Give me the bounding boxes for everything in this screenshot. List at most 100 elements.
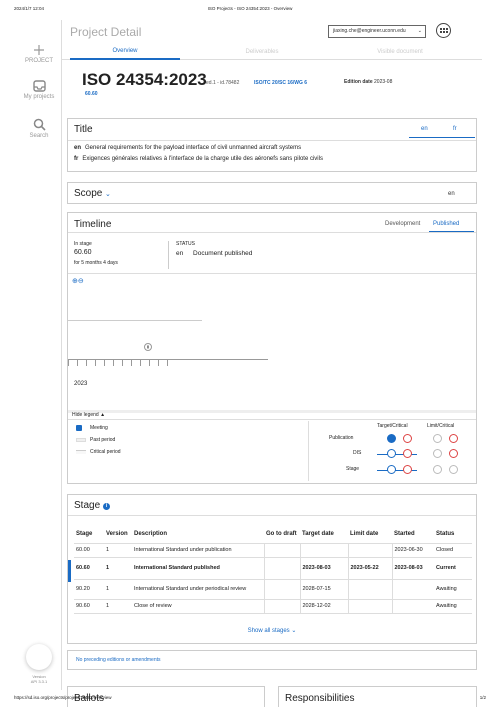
sidebar-item-label: PROJECT	[24, 58, 53, 64]
version-value: API 3.3.1	[30, 679, 48, 684]
floating-action-button[interactable]	[26, 644, 52, 670]
standard-title: ISO 24354:2023	[82, 70, 207, 89]
title-line-fr: fr Exigences générales relatives à l'inte…	[74, 156, 323, 162]
print-url: https://sd.iso.org/projects/project/7848…	[14, 695, 112, 700]
hide-legend-button[interactable]: Hide legend ▲	[72, 412, 105, 418]
standard-header: ISO 24354:2023 ed.1 - id.78482 ISO/TC 20…	[82, 70, 472, 110]
title-panel-heading: Title	[74, 124, 93, 135]
timeline-chart[interactable]: ⊕⊖ ▮ 2023	[68, 273, 476, 411]
timeline-heading: Timeline	[74, 219, 112, 230]
legend-dot	[433, 449, 442, 458]
edition-date: Edition date 2023-08	[344, 79, 392, 85]
table-header-row: Stage Version Description Go to draft Ta…	[74, 525, 472, 544]
legend-dot	[387, 434, 396, 443]
lang-tab-indicator	[409, 137, 475, 138]
tab-lang-en[interactable]: en	[421, 126, 428, 132]
table-row: 90.60 1 Close of review 2028-12-02 Await…	[74, 599, 472, 614]
timeline-panel: Timeline Development Published In stage …	[67, 212, 477, 484]
tab-development[interactable]: Development	[385, 221, 420, 227]
legend-dot	[449, 434, 458, 443]
col-started: Started	[392, 525, 434, 544]
in-stage-label: In stage	[74, 241, 92, 247]
sidebar-item-my-projects[interactable]: My projects	[16, 80, 62, 100]
plus-icon	[34, 45, 44, 55]
sidebar-item-label: Search	[29, 133, 49, 139]
sidebar-item-label: My projects	[23, 94, 55, 100]
lang-code: en	[74, 145, 82, 151]
legend-dot	[403, 434, 412, 443]
col-stage: Stage	[74, 525, 104, 544]
tab-published[interactable]: Published	[433, 221, 459, 227]
legend-head-target: Target/Critical	[377, 423, 408, 429]
tab-deliverables[interactable]: Deliverables	[207, 49, 317, 55]
stage-heading: Stage	[74, 500, 101, 511]
sidebar: PROJECT My projects Search Version API 3…	[16, 20, 62, 690]
status-value: Document published	[193, 250, 253, 257]
topbar: Project Detail jiaxing.che@engineer.ucon…	[70, 22, 474, 42]
divider	[68, 140, 476, 141]
no-preceding-text: No preceding editions or amendments	[76, 657, 161, 663]
legend-dot	[387, 449, 396, 458]
committee-link[interactable]: ISO/TC 20/SC 16/WG 6	[254, 80, 307, 86]
title-panel: Title en fr en General requirements for t…	[67, 118, 477, 172]
user-dropdown[interactable]: jiaxing.che@engineer.uconn.edu ⌄	[328, 25, 426, 38]
divider	[68, 419, 476, 420]
print-footer: https://sd.iso.org/projects/project/7848…	[14, 695, 486, 703]
standard-stage: 60.60	[85, 91, 98, 97]
document-icon[interactable]: ▮	[144, 343, 152, 351]
chevron-down-icon[interactable]: ⌄	[105, 190, 111, 198]
inbox-icon	[32, 80, 46, 92]
col-go-to-draft: Go to draft	[264, 525, 300, 544]
divider	[68, 515, 476, 516]
timeline-axis	[68, 359, 268, 373]
chevron-down-icon: ⌄	[417, 28, 422, 34]
status-lang: en	[176, 250, 184, 257]
apps-grid-icon[interactable]	[436, 23, 451, 38]
title-line-en: en General requirements for the payload i…	[74, 145, 301, 151]
version-info: Version API 3.3.1	[16, 674, 62, 684]
project-tabs: Overview Deliverables Visible document	[62, 44, 482, 60]
show-all-stages-button[interactable]: Show all stages ⌄	[68, 627, 476, 634]
info-icon[interactable]: i	[103, 503, 110, 510]
legend-dot	[403, 465, 412, 474]
legend-dot	[403, 449, 412, 458]
zoom-icons[interactable]: ⊕⊖	[72, 277, 84, 285]
lang-code: fr	[74, 156, 79, 162]
col-limit-date: Limit date	[348, 525, 392, 544]
edition-date-value: 2023-08	[374, 79, 393, 85]
table-row-current: 60.60 1 International Standard published…	[74, 557, 472, 580]
legend-dot	[449, 449, 458, 458]
in-stage-duration: for 5 months 4 days	[74, 260, 118, 266]
legend-table: Target/Critical Limit/Critical Publicati…	[308, 421, 478, 481]
current-row-marker	[68, 560, 71, 582]
active-tab-indicator	[70, 58, 180, 60]
scope-heading: Scope	[74, 188, 103, 199]
scope-panel[interactable]: Scope ⌄ en	[67, 182, 477, 204]
preceding-editions-panel: No preceding editions or amendments	[67, 650, 477, 670]
page-title: Project Detail	[70, 25, 142, 39]
tab-lang-fr[interactable]: fr	[453, 126, 457, 132]
print-page: 1/2	[479, 695, 486, 700]
user-email: jiaxing.che@engineer.uconn.edu	[333, 28, 406, 34]
sidebar-item-search[interactable]: Search	[16, 118, 62, 139]
legend-dot	[433, 434, 442, 443]
scope-lang: en	[448, 191, 455, 197]
legend-dot	[387, 465, 396, 474]
divider	[168, 241, 169, 269]
stage-table: Stage Version Description Go to draft Ta…	[74, 525, 472, 614]
tab-visible-document[interactable]: Visible document	[345, 49, 455, 55]
print-title: ISO Projects - ISO 24354:2023 - Overview	[207, 6, 293, 11]
legend-head-limit: Limit/Critical	[427, 423, 455, 429]
legend-dot	[449, 465, 458, 474]
print-header: 2024/1/7 12:04 ISO Projects - ISO 24354:…	[14, 6, 486, 14]
legend-dot	[433, 465, 442, 474]
title-text: General requirements for the payload int…	[85, 145, 302, 151]
edition-date-label: Edition date	[344, 79, 373, 85]
sidebar-item-project[interactable]: PROJECT	[16, 44, 62, 64]
tab-overview[interactable]: Overview	[70, 48, 180, 54]
timeline-scrollbar[interactable]	[68, 410, 476, 413]
col-version: Version	[104, 525, 132, 544]
stage-panel: Stage i Stage Version Description Go to …	[67, 494, 477, 644]
table-row: 90.20 1 International Standard under per…	[74, 579, 472, 600]
standard-edition: ed.1 - id.78482	[206, 80, 240, 86]
